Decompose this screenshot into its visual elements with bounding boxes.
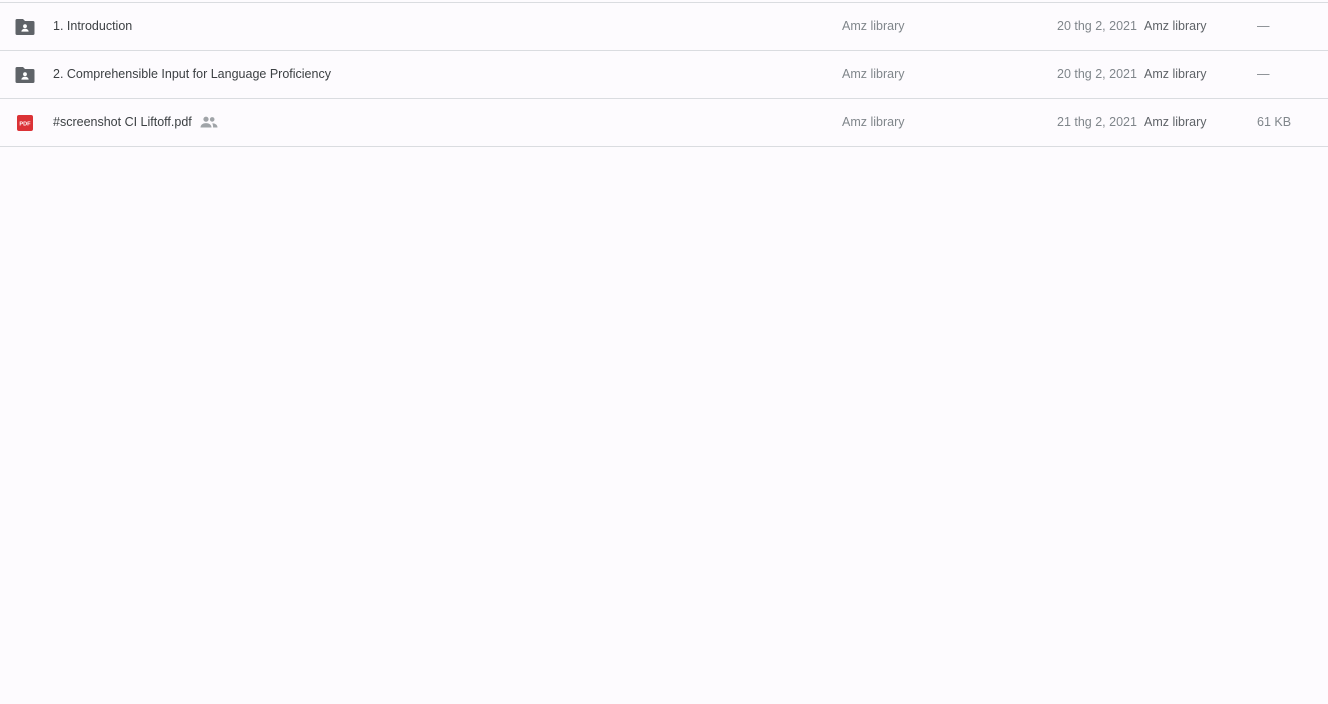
- file-name[interactable]: #screenshot CI Liftoff.pdf: [53, 99, 192, 146]
- file-modified-by: Amz library: [1144, 67, 1207, 81]
- pdf-icon-label: PDF: [19, 122, 31, 128]
- file-modified-by: Amz library: [1144, 115, 1207, 129]
- file-name[interactable]: 2. Comprehensible Input for Language Pro…: [53, 51, 331, 98]
- shared-folder-icon: [15, 19, 35, 35]
- file-row-screenshot-pdf[interactable]: PDF #screenshot CI Liftoff.pdf Amz libra…: [0, 99, 1328, 147]
- shared-folder-icon: [15, 67, 35, 83]
- file-row-introduction[interactable]: 1. Introduction Amz library 20 thg 2, 20…: [0, 3, 1328, 51]
- file-size: 61 KB: [1257, 115, 1292, 129]
- file-name[interactable]: 1. Introduction: [53, 3, 132, 50]
- people-icon: [200, 116, 218, 128]
- file-size: —: [1257, 67, 1270, 81]
- file-list: 1. Introduction Amz library 20 thg 2, 20…: [0, 3, 1328, 147]
- file-modified-date: 20 thg 2, 2021: [1057, 19, 1137, 33]
- file-modified-date: 21 thg 2, 2021: [1057, 115, 1137, 129]
- file-owner: Amz library: [842, 67, 905, 81]
- file-size: —: [1257, 19, 1270, 33]
- file-modified-by: Amz library: [1144, 19, 1207, 33]
- file-row-comprehensible-input[interactable]: 2. Comprehensible Input for Language Pro…: [0, 51, 1328, 99]
- pdf-icon: PDF: [17, 115, 33, 131]
- file-owner: Amz library: [842, 19, 905, 33]
- file-modified-date: 20 thg 2, 2021: [1057, 67, 1137, 81]
- file-owner: Amz library: [842, 115, 905, 129]
